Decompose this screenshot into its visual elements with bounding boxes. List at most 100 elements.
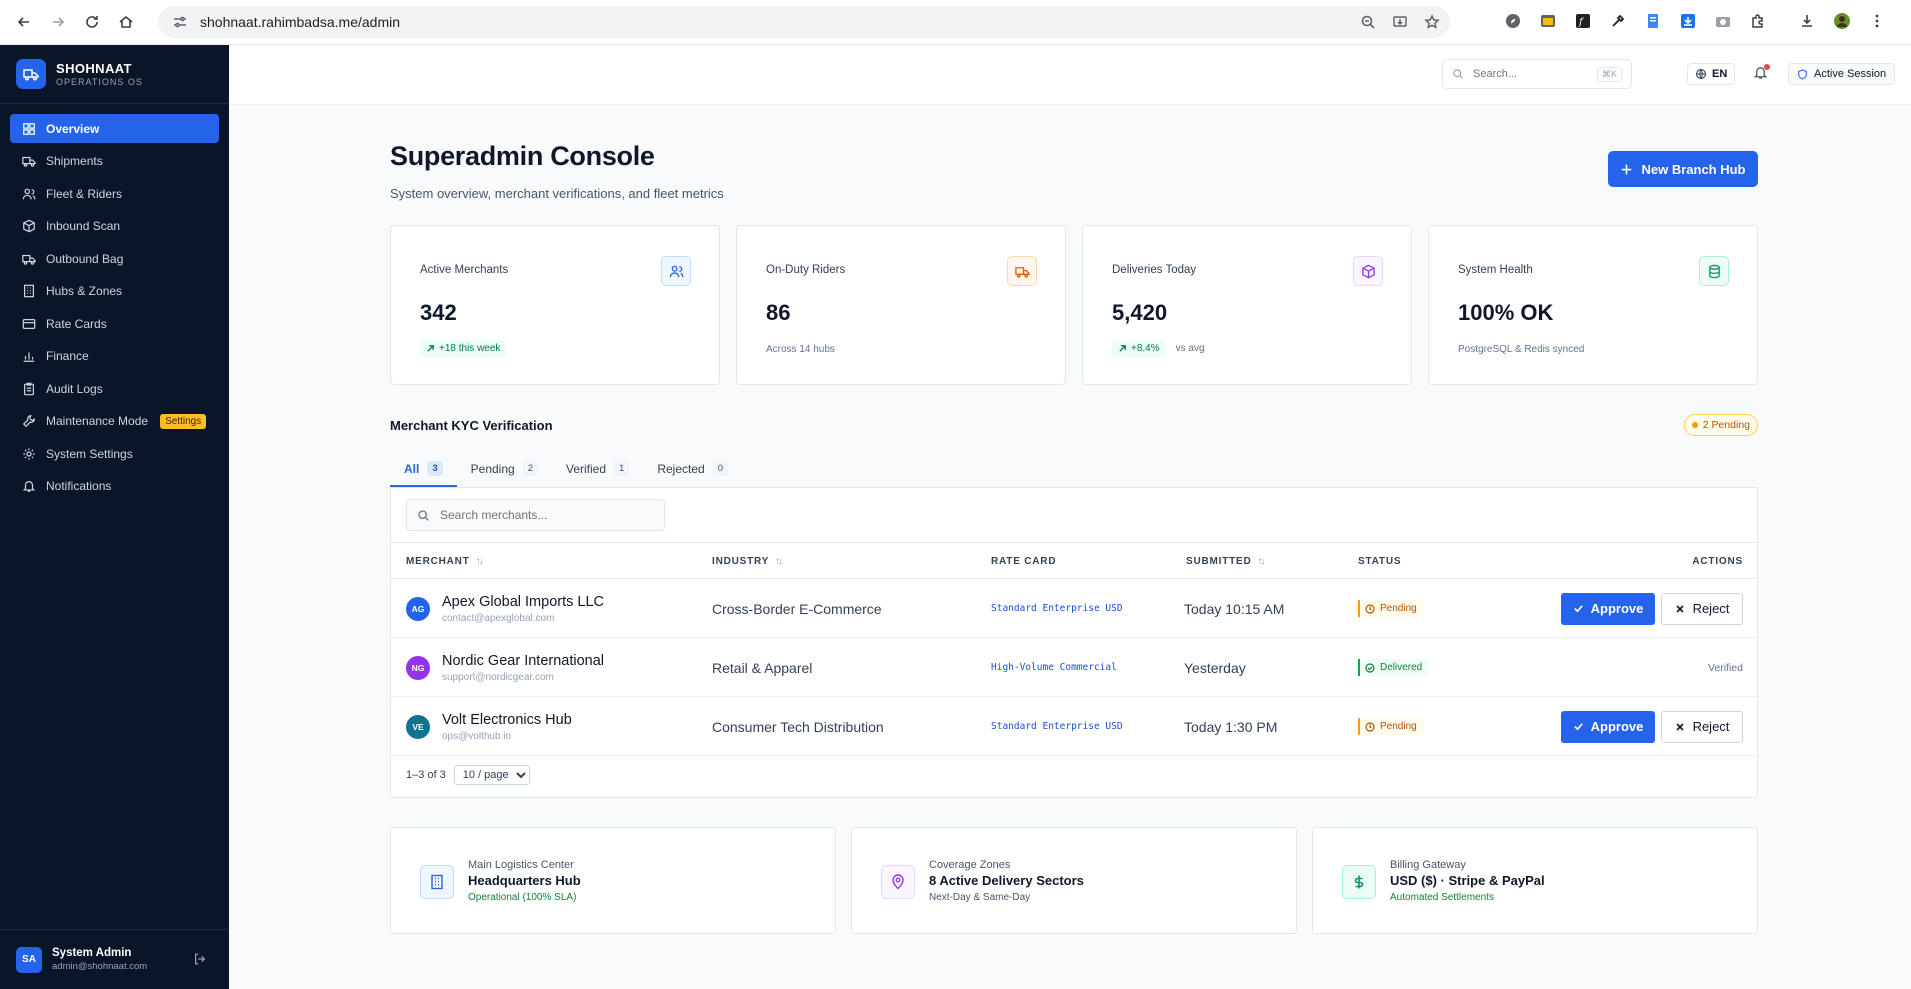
url-text[interactable]: shohnaat.rahimbadsa.me/admin	[200, 14, 400, 30]
table-header: MERCHANT ↑↓ INDUSTRY ↑↓ RATE CARD SUBMITTE…	[391, 542, 1757, 579]
search-icon	[418, 509, 429, 521]
forward-icon[interactable]	[44, 8, 72, 36]
users-icon	[22, 188, 36, 199]
reject-button[interactable]: Reject	[1661, 710, 1743, 743]
sidebar-item-rate-cards[interactable]: Rate Cards	[10, 309, 219, 338]
sidebar-item-shipments[interactable]: Shipments	[10, 147, 219, 176]
stat-note: PostgreSQL & Redis synced	[1458, 344, 1585, 355]
trend-badge: +18 this week	[420, 340, 507, 357]
sidebar-item-label: Maintenance Mode	[46, 414, 149, 428]
stat-card-system-health: System Health 100% OK PostgreSQL & Redis…	[1428, 225, 1758, 385]
extension-eyedropper-icon[interactable]	[1607, 10, 1629, 32]
page-size-select[interactable]: 10 / page	[453, 765, 530, 785]
extension-document-icon[interactable]	[1642, 10, 1664, 32]
new-branch-hub-button[interactable]: New Branch Hub	[1608, 151, 1758, 187]
column-merchant[interactable]: MERCHANT ↑↓	[406, 556, 484, 567]
zoom-icon[interactable]	[1360, 14, 1376, 30]
search-icon	[1453, 69, 1463, 79]
language-button[interactable]: EN	[1687, 63, 1736, 85]
users-icon	[661, 256, 691, 286]
approve-button[interactable]: Approve	[1561, 592, 1655, 625]
approve-button[interactable]: Approve	[1561, 710, 1655, 743]
sidebar-item-system-settings[interactable]: System Settings	[10, 439, 219, 468]
status-text: Pending	[1380, 721, 1417, 732]
address-bar[interactable]: shohnaat.rahimbadsa.me/admin	[158, 6, 1450, 38]
notification-dot	[1764, 64, 1770, 70]
tab-verified[interactable]: Verified 1	[552, 450, 643, 487]
sidebar-item-notifications[interactable]: Notifications	[10, 472, 219, 501]
extension-download-icon[interactable]	[1677, 10, 1699, 32]
merchant-search[interactable]	[406, 499, 665, 531]
search-input[interactable]	[1473, 68, 1593, 80]
tab-label: Verified	[565, 461, 607, 476]
stat-value: 5,420	[1112, 300, 1168, 325]
truck-logo-icon	[16, 59, 46, 89]
merchant-search-input[interactable]	[440, 508, 640, 522]
stat-label: Deliveries Today	[1112, 264, 1197, 276]
browser-menu-icon[interactable]	[1866, 10, 1888, 32]
tab-count: 0	[712, 461, 728, 476]
sidebar-item-hubs-zones[interactable]: Hubs & Zones	[10, 277, 219, 306]
merchant-submitted: Today 10:15 AM	[1184, 600, 1285, 617]
bookmark-star-icon[interactable]	[1424, 14, 1440, 30]
clock-icon	[1365, 603, 1375, 614]
avatar: SA	[16, 946, 42, 973]
stats-row: Active Merchants 342 +18 this week On-Du…	[390, 225, 1758, 385]
table-row: NG Nordic Gear International support@nor…	[391, 638, 1757, 697]
global-search[interactable]: ⌘K	[1442, 59, 1632, 89]
sidebar-item-fleet-riders[interactable]: Fleet & Riders	[10, 179, 219, 208]
merchant-avatar: AG	[406, 596, 430, 621]
merchant-rate-card: Standard Enterprise USD	[991, 603, 1123, 614]
table-row: AG Apex Global Imports LLC contact@apexg…	[391, 579, 1757, 638]
tab-pending[interactable]: Pending 2	[457, 450, 552, 487]
sidebar-item-audit-logs[interactable]: Audit Logs	[10, 374, 219, 403]
shortcut-hint: ⌘K	[1596, 66, 1622, 82]
check-icon	[1573, 605, 1583, 613]
stat-card-deliveries-today: Deliveries Today 5,420 +8.4% vs avg	[1082, 225, 1412, 385]
home-icon[interactable]	[112, 8, 140, 36]
sidebar-item-inbound-scan[interactable]: Inbound Scan	[10, 212, 219, 241]
column-submitted[interactable]: SUBMITTED ↑↓	[1186, 556, 1266, 567]
sidebar-item-maintenance-mode[interactable]: Maintenance Mode Settings	[10, 407, 219, 436]
grid-icon	[23, 122, 35, 135]
reject-button[interactable]: Reject	[1661, 592, 1743, 625]
downloads-icon[interactable]	[1796, 10, 1818, 32]
reject-label: Reject	[1692, 719, 1730, 734]
stat-value: 342	[420, 300, 457, 325]
merchant-name: Nordic Gear International	[442, 652, 604, 669]
tab-all[interactable]: All 3	[390, 450, 457, 487]
building-icon	[24, 284, 34, 298]
verified-label: Verified	[1707, 661, 1743, 674]
profile-avatar-icon[interactable]	[1831, 10, 1853, 32]
sidebar-item-overview[interactable]: Overview	[10, 114, 219, 143]
extension-compass-icon[interactable]	[1502, 10, 1524, 32]
topbar: ⌘K EN Active Session	[229, 45, 1911, 105]
settings-badge: Settings	[160, 413, 207, 429]
check-circle-icon	[1365, 662, 1375, 673]
reload-icon[interactable]	[78, 8, 106, 36]
logout-icon[interactable]	[193, 952, 207, 971]
sidebar-item-label: Shipments	[46, 154, 103, 168]
extension-camera-icon[interactable]	[1712, 10, 1734, 32]
column-industry[interactable]: INDUSTRY ↑↓	[712, 556, 783, 567]
column-status: STATUS	[1358, 556, 1401, 567]
dollar-icon	[1342, 865, 1376, 899]
clipboard-icon	[24, 382, 34, 395]
truck-icon	[22, 156, 36, 167]
tab-rejected[interactable]: Rejected 0	[643, 450, 742, 487]
sidebar-item-finance[interactable]: Finance	[10, 342, 219, 371]
sidebar-item-label: Outbound Bag	[46, 251, 124, 266]
back-icon[interactable]	[10, 8, 38, 36]
brand[interactable]: SHOHNAAT OPERATIONS OS	[0, 45, 229, 103]
extension-image-icon[interactable]	[1537, 10, 1559, 32]
stat-value: 86	[766, 300, 791, 325]
notifications-bell-icon[interactable]	[1753, 64, 1770, 85]
site-info-icon[interactable]	[172, 14, 188, 30]
sidebar-item-outbound-bag[interactable]: Outbound Bag	[10, 244, 219, 273]
extensions-puzzle-icon[interactable]	[1747, 10, 1769, 32]
install-app-icon[interactable]	[1392, 14, 1408, 30]
arrow-up-right-icon	[1119, 345, 1126, 352]
extension-font-icon[interactable]: f	[1572, 10, 1594, 32]
merchant-industry: Retail & Apparel	[712, 659, 813, 676]
session-indicator[interactable]: Active Session	[1788, 63, 1896, 85]
